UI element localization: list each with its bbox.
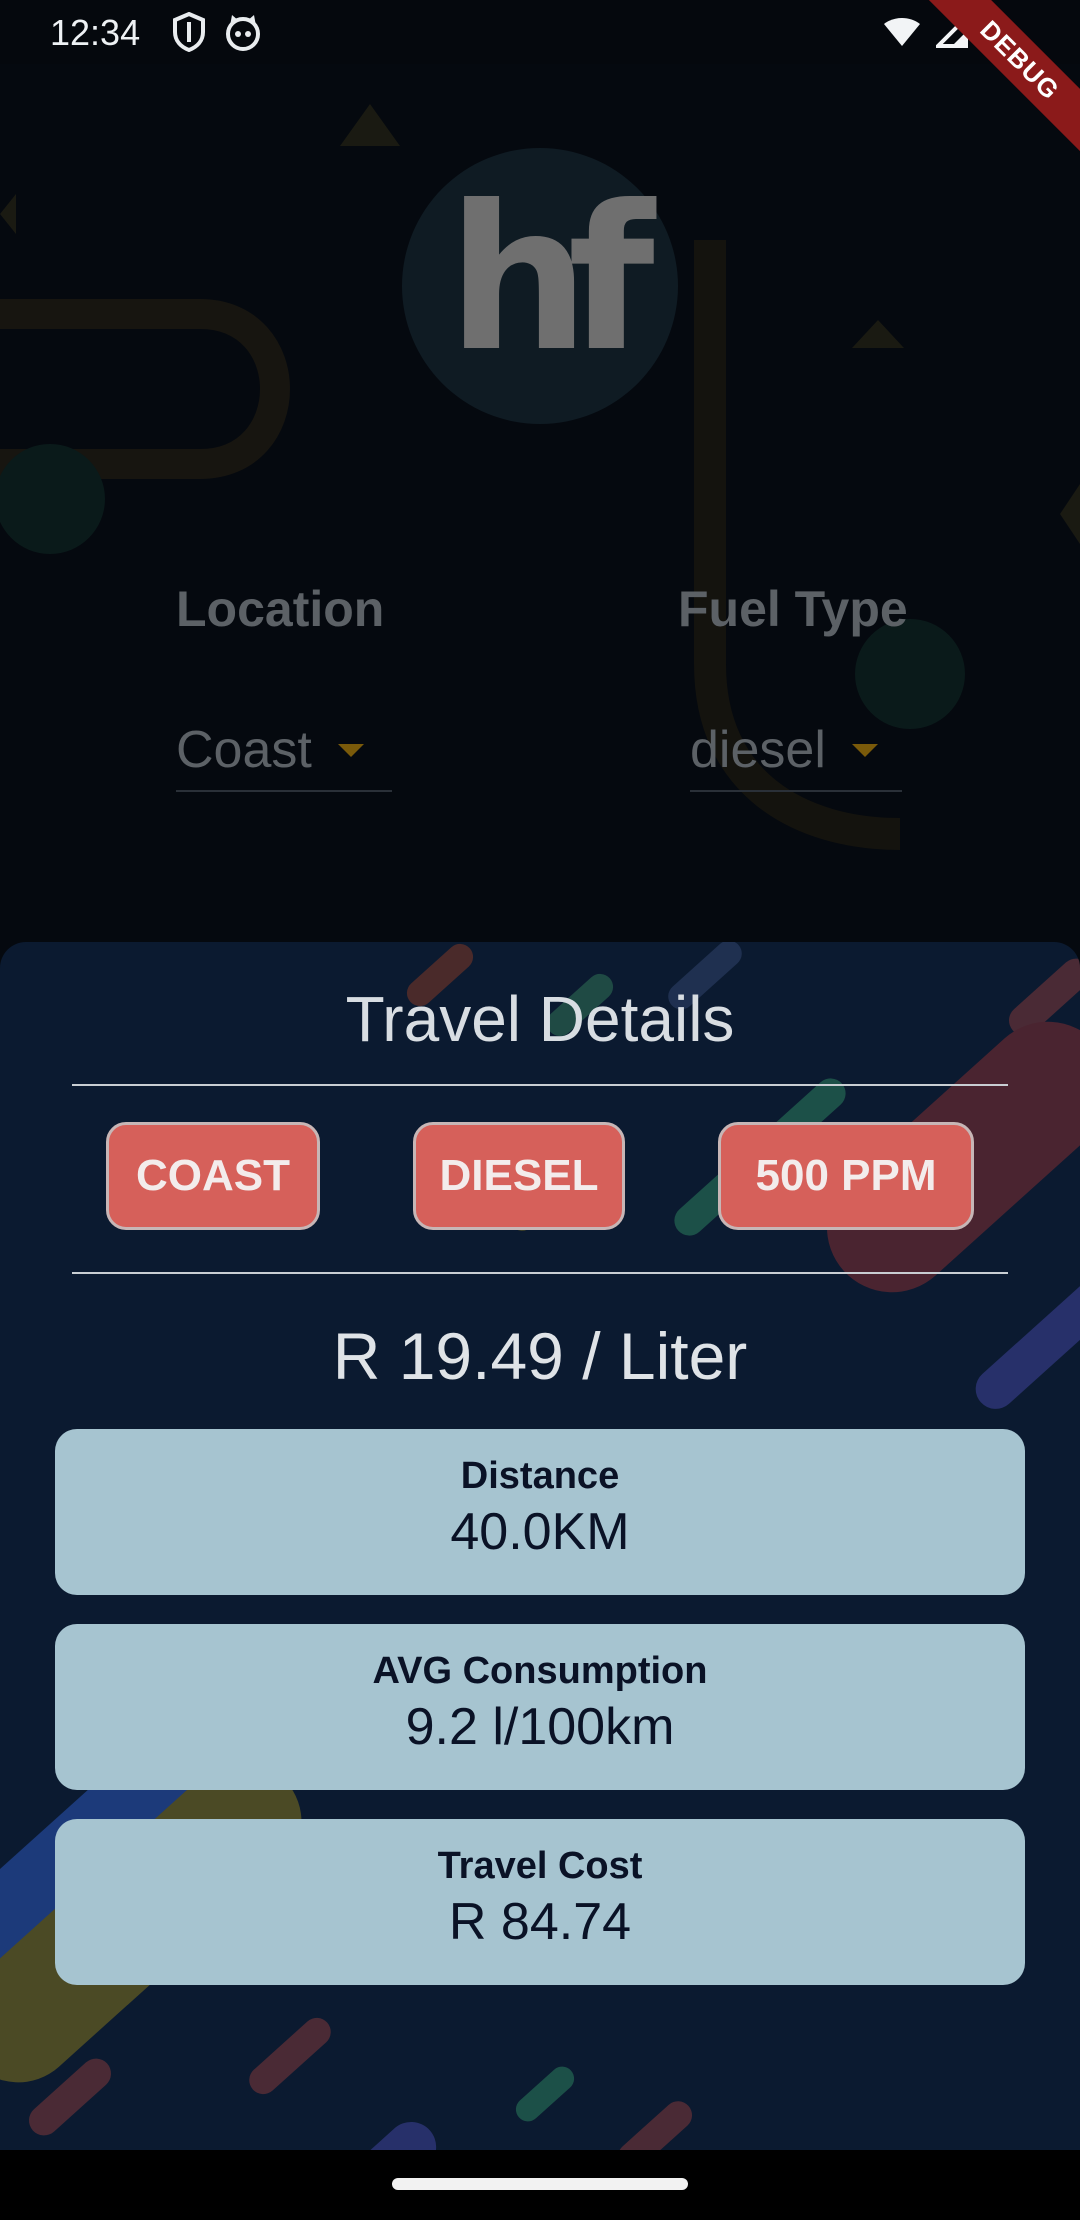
status-bar: 12:34 [0, 0, 1080, 64]
divider [72, 1272, 1008, 1274]
wifi-icon [882, 16, 922, 53]
location-label: Location [176, 581, 385, 637]
travel-details-panel: Travel Details COAST DIESEL 500 PPM R 19… [0, 942, 1080, 2150]
logo-text: hf [447, 163, 654, 396]
ppm-tag: 500 PPM [718, 1122, 974, 1230]
avg-consumption-label: AVG Consumption [372, 1650, 708, 1692]
navigation-bar [0, 2150, 1080, 2220]
chevron-down-icon [851, 743, 878, 757]
avg-consumption-card: AVG Consumption 9.2 l/100km [55, 1624, 1025, 1790]
cat-icon [224, 12, 262, 57]
travel-cost-card: Travel Cost R 84.74 [55, 1819, 1025, 1985]
selection-section: hf Location Coast Fuel Type diesel [0, 64, 1080, 942]
avg-consumption-value: 9.2 l/100km [405, 1698, 675, 1756]
distance-value: 40.0KM [450, 1503, 630, 1561]
fuel-type-dropdown[interactable]: diesel [690, 710, 902, 792]
fuel-type-value: diesel [690, 721, 826, 779]
distance-card: Distance 40.0KM [55, 1429, 1025, 1595]
fuel-tag: DIESEL [413, 1122, 625, 1230]
fuel-price: R 19.49 / Liter [332, 1319, 748, 1393]
shield-icon [172, 11, 206, 57]
status-time: 12:34 [50, 12, 141, 53]
travel-cost-label: Travel Cost [437, 1845, 643, 1887]
location-value: Coast [176, 721, 312, 779]
location-dropdown[interactable]: Coast [176, 710, 392, 792]
home-indicator[interactable] [392, 2178, 688, 2190]
app-logo: hf [402, 148, 678, 424]
chevron-down-icon [337, 743, 364, 757]
travel-cost-value: R 84.74 [448, 1893, 632, 1951]
distance-label: Distance [460, 1455, 620, 1497]
divider [72, 1084, 1008, 1086]
fuel-type-label: Fuel Type [678, 581, 908, 637]
panel-title: Travel Details [345, 983, 735, 1055]
location-tag: COAST [106, 1122, 320, 1230]
